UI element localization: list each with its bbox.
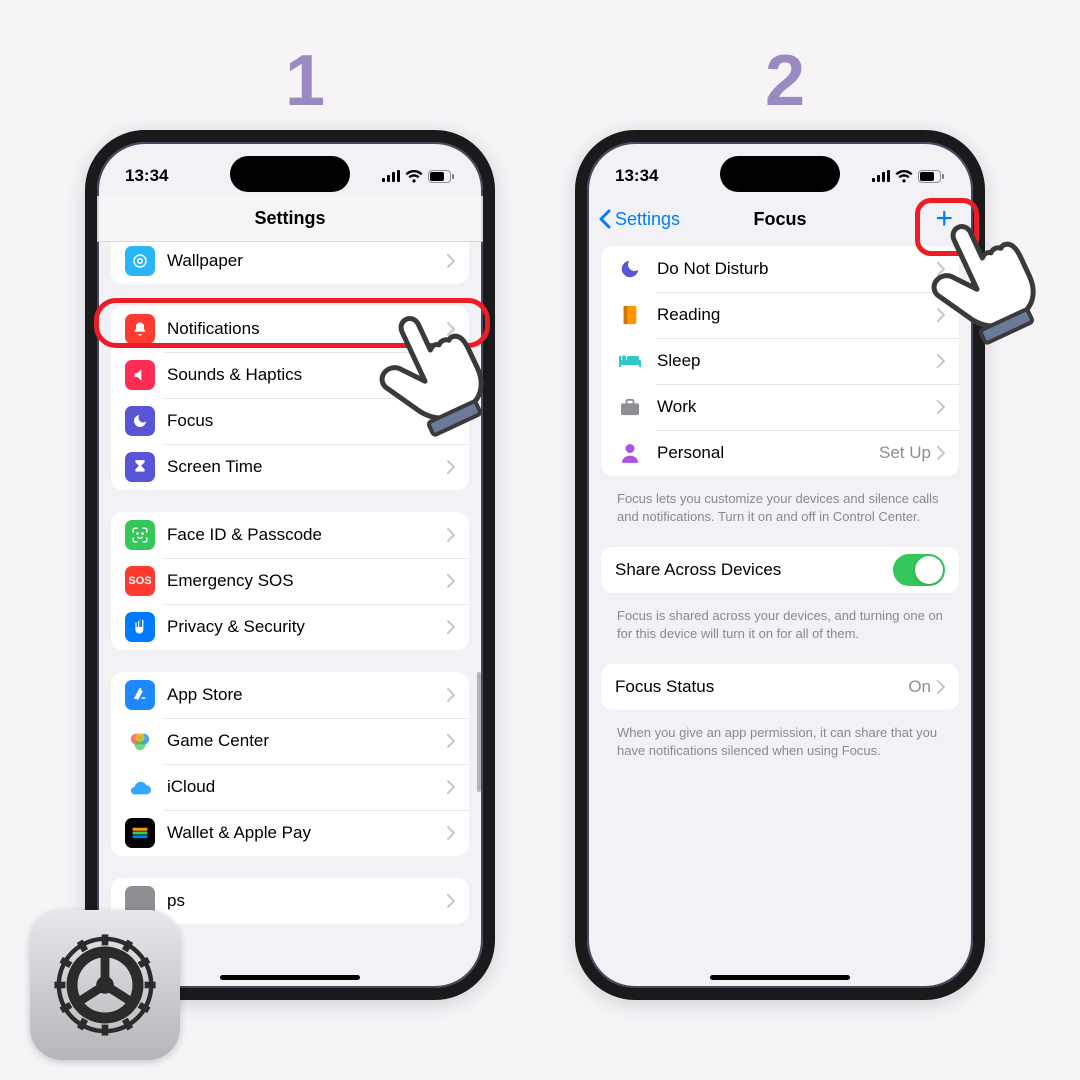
settings-item-faceid[interactable]: Face ID & Passcode: [111, 512, 469, 558]
chevron-right-icon: [447, 254, 455, 268]
bed-icon: [615, 346, 645, 376]
settings-item-icloud[interactable]: iCloud: [111, 764, 469, 810]
footer-text: When you give an app permission, it can …: [601, 718, 959, 759]
wifi-icon: [895, 170, 913, 183]
settings-item-sounds[interactable]: Sounds & Haptics: [111, 352, 469, 398]
page-title: Focus: [753, 209, 806, 230]
phone-frame-2: 13:34 Settings Focus + Do Not Disturb Re…: [575, 130, 985, 1000]
settings-group: Wallpaper: [111, 242, 469, 284]
speaker-icon: [125, 360, 155, 390]
settings-item-sos[interactable]: SOS Emergency SOS: [111, 558, 469, 604]
footer-text: Focus is shared across your devices, and…: [601, 601, 959, 642]
settings-item-privacy[interactable]: Privacy & Security: [111, 604, 469, 650]
focus-modes-group: Do Not Disturb Reading Sleep Work Person: [601, 246, 959, 476]
chevron-right-icon: [937, 446, 945, 460]
chevron-right-icon: [447, 688, 455, 702]
add-button[interactable]: +: [935, 204, 953, 234]
chevron-right-icon: [447, 574, 455, 588]
settings-item-wallet[interactable]: Wallet & Apple Pay: [111, 810, 469, 856]
chevron-left-icon: [599, 209, 611, 229]
settings-app-icon: [30, 910, 180, 1060]
chevron-right-icon: [937, 680, 945, 694]
moon-icon: [125, 406, 155, 436]
settings-group: App Store Game Center iCloud: [111, 672, 469, 856]
share-across-devices[interactable]: Share Across Devices: [601, 547, 959, 593]
plus-icon: +: [935, 202, 953, 235]
settings-item-focus[interactable]: Focus: [111, 398, 469, 444]
briefcase-icon: [615, 392, 645, 422]
phone-frame-1: 13:34 Settings Wallpaper No: [85, 130, 495, 1000]
chevron-right-icon: [447, 528, 455, 542]
chevron-right-icon: [447, 414, 455, 428]
focus-item-reading[interactable]: Reading: [601, 292, 959, 338]
appstore-icon: [125, 680, 155, 710]
hand-icon: [125, 612, 155, 642]
chevron-right-icon: [447, 894, 455, 908]
person-icon: [615, 438, 645, 468]
page-title: Settings: [254, 208, 325, 229]
settings-item-notifications[interactable]: Notifications: [111, 306, 469, 352]
home-indicator[interactable]: [220, 975, 360, 980]
focus-item-work[interactable]: Work: [601, 384, 959, 430]
chevron-right-icon: [937, 308, 945, 322]
scroll-indicator: [477, 672, 481, 792]
chevron-right-icon: [447, 620, 455, 634]
nav-bar: Settings Focus +: [587, 196, 973, 242]
bell-icon: [125, 314, 155, 344]
step-number-2: 2: [575, 40, 995, 122]
focus-item-dnd[interactable]: Do Not Disturb: [601, 246, 959, 292]
chevron-right-icon: [447, 734, 455, 748]
settings-item-wallpaper[interactable]: Wallpaper: [111, 242, 469, 284]
gear-icon: [50, 930, 160, 1040]
cellular-icon: [872, 170, 890, 182]
dynamic-island: [230, 156, 350, 192]
chevron-right-icon: [447, 368, 455, 382]
settings-item-screen-time[interactable]: Screen Time: [111, 444, 469, 490]
moon-icon: [615, 254, 645, 284]
settings-group: Notifications Sounds & Haptics Focus: [111, 306, 469, 490]
home-indicator[interactable]: [710, 975, 850, 980]
dynamic-island: [720, 156, 840, 192]
battery-icon: [918, 170, 945, 183]
sos-icon: SOS: [125, 566, 155, 596]
focus-status-row[interactable]: Focus Status On: [601, 664, 959, 710]
share-toggle[interactable]: [893, 554, 945, 586]
chevron-right-icon: [937, 262, 945, 276]
focus-item-sleep[interactable]: Sleep: [601, 338, 959, 384]
detail-text: Set Up: [879, 443, 931, 463]
settings-group: Face ID & Passcode SOS Emergency SOS Pri…: [111, 512, 469, 650]
book-icon: [615, 300, 645, 330]
chevron-right-icon: [447, 826, 455, 840]
step-number-1: 1: [95, 40, 515, 122]
battery-icon: [428, 170, 455, 183]
focus-status-group: Focus Status On: [601, 664, 959, 710]
wifi-icon: [405, 170, 423, 183]
back-button[interactable]: Settings: [599, 209, 680, 230]
nav-bar: Settings: [97, 196, 483, 242]
cloud-icon: [125, 772, 155, 802]
status-time: 13:34: [615, 166, 658, 186]
status-indicators: [872, 170, 945, 183]
focus-item-personal[interactable]: Personal Set Up: [601, 430, 959, 476]
detail-text: On: [908, 677, 931, 697]
chevron-right-icon: [937, 400, 945, 414]
chevron-right-icon: [447, 322, 455, 336]
chevron-right-icon: [937, 354, 945, 368]
settings-item-appstore[interactable]: App Store: [111, 672, 469, 718]
wallpaper-icon: [125, 246, 155, 276]
share-group: Share Across Devices: [601, 547, 959, 593]
wallet-icon: [125, 818, 155, 848]
cellular-icon: [382, 170, 400, 182]
gamecenter-icon: [125, 726, 155, 756]
footer-text: Focus lets you customize your devices an…: [601, 484, 959, 525]
faceid-icon: [125, 520, 155, 550]
settings-item-gamecenter[interactable]: Game Center: [111, 718, 469, 764]
status-time: 13:34: [125, 166, 168, 186]
chevron-right-icon: [447, 780, 455, 794]
hourglass-icon: [125, 452, 155, 482]
status-indicators: [382, 170, 455, 183]
chevron-right-icon: [447, 460, 455, 474]
